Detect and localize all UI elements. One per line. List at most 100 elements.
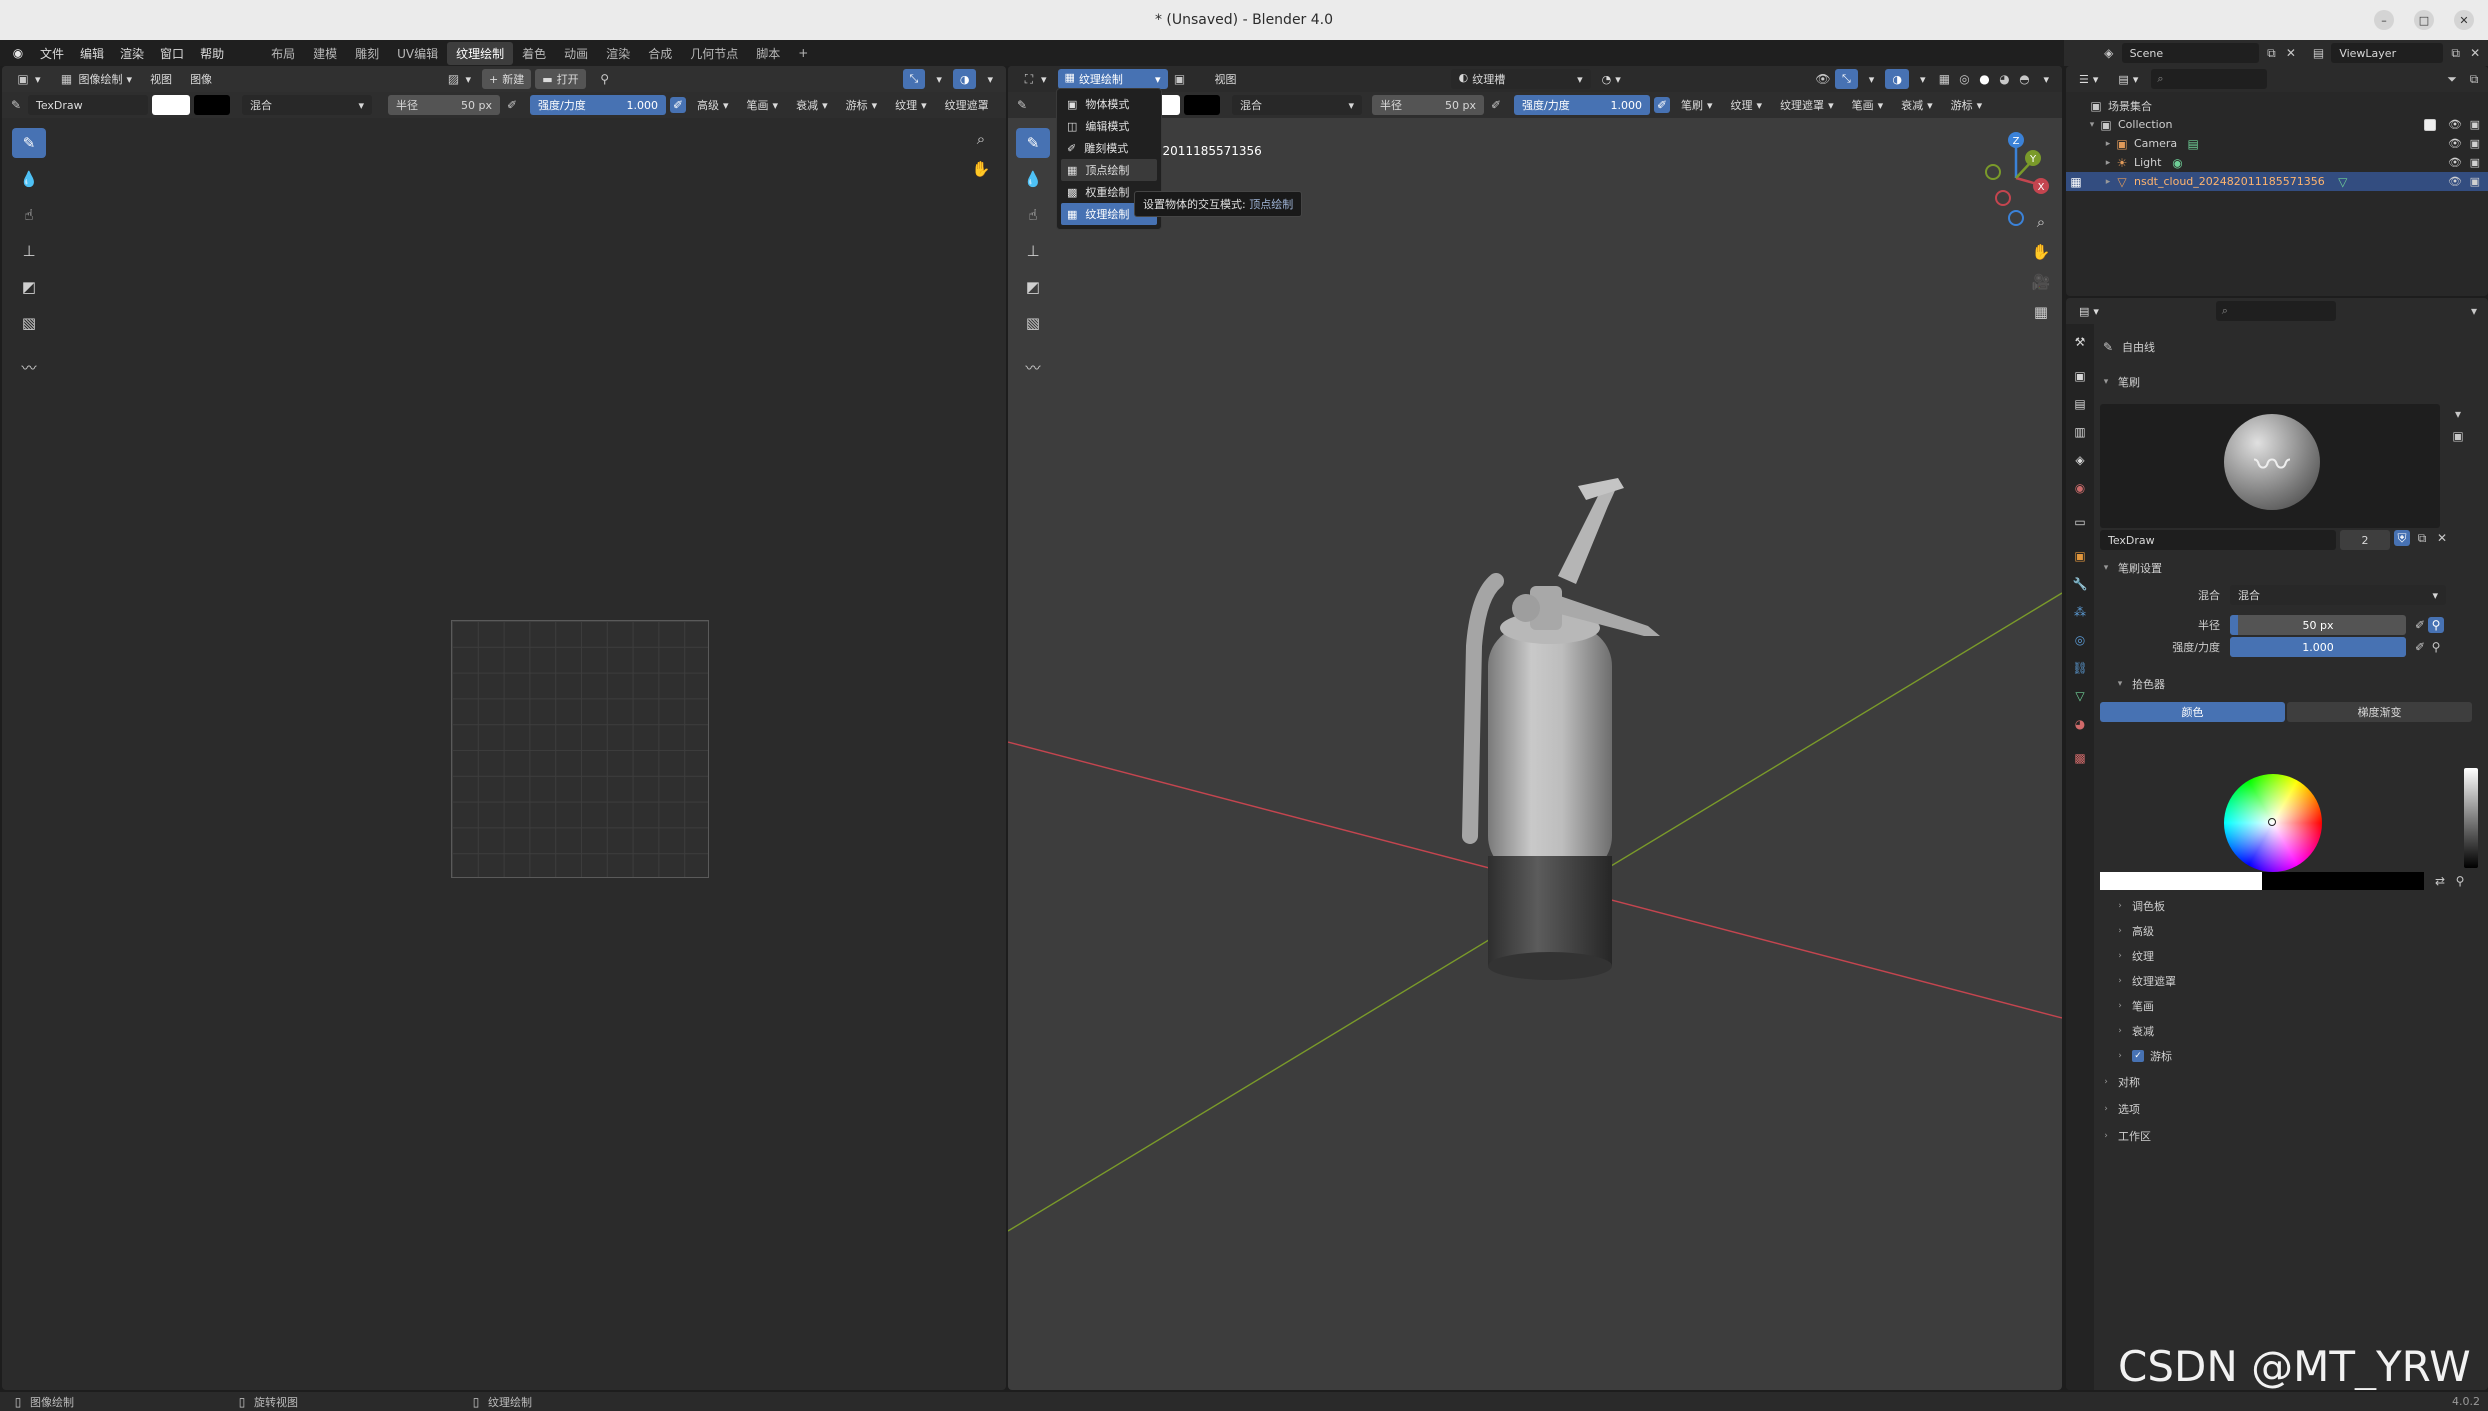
draw-tool-icon[interactable]: ✎ — [12, 128, 46, 158]
workspace-tab-animation[interactable]: 动画 — [555, 42, 597, 65]
menu-edit[interactable]: 编辑 — [72, 45, 112, 62]
secondary-color-swatch[interactable] — [194, 95, 230, 115]
minimize-button[interactable]: – — [2374, 10, 2394, 30]
filter-icon[interactable]: ⏷ — [2444, 71, 2460, 87]
scene-tab-icon[interactable]: ◈ — [2069, 449, 2091, 471]
cursor-checkbox-icon[interactable]: ✓ — [2132, 1050, 2144, 1062]
mask-tool-icon[interactable]: ▧ — [1016, 308, 1050, 338]
brush-settings-header[interactable]: ▾ 笔刷设置 — [2100, 556, 2482, 580]
camera-render-icon[interactable]: ▣ — [2470, 175, 2480, 188]
image-image-menu[interactable]: 图像 — [183, 69, 219, 89]
brush-list-icon[interactable]: ▾ — [2450, 406, 2466, 422]
outliner-search[interactable]: ⌕ — [2151, 69, 2268, 89]
perspective-grid-icon[interactable]: ▦ — [2028, 299, 2054, 325]
stroke-panel[interactable]: › 笔画 — [2100, 994, 2482, 1018]
draw-tool-icon[interactable]: ✎ — [1016, 128, 1050, 158]
eye-icon[interactable]: 👁 — [2448, 156, 2462, 169]
scene-delete-icon[interactable]: ✕ — [2284, 45, 2298, 61]
outliner-scene-collection[interactable]: ▣ 场景集合 — [2066, 96, 2488, 115]
viewlayer-new-icon[interactable]: ⧉ — [2449, 45, 2463, 61]
eye-icon[interactable]: 👁 — [2448, 118, 2462, 131]
workspace-tab-layout[interactable]: 布局 — [262, 42, 304, 65]
material-tab-icon[interactable]: ◕ — [2069, 713, 2091, 735]
image-browse-button[interactable]: ▨ ▾ — [439, 69, 479, 89]
image-blend-dropdown[interactable]: 混合 ▾ — [242, 95, 372, 115]
physics-tab-icon[interactable]: ◎ — [2069, 629, 2091, 651]
zoom-icon[interactable]: ⌕ — [2028, 209, 2054, 235]
scene-icon[interactable]: ◈ — [2102, 45, 2116, 61]
texture-mask-panel[interactable]: › 纹理遮罩 — [2100, 969, 2482, 993]
texture-tab-icon[interactable]: ▩ — [2069, 747, 2091, 769]
menu-object-mode[interactable]: ▣ 物体模式 — [1061, 93, 1157, 115]
options-panel[interactable]: › 选项 — [2100, 1097, 2482, 1121]
particles-tab-icon[interactable]: ⁂ — [2069, 601, 2091, 623]
radius-slider[interactable]: 50 px — [2230, 615, 2406, 635]
fake-user-shield-icon[interactable]: ⛨ — [2394, 530, 2410, 546]
menu-help[interactable]: 帮助 — [192, 45, 232, 62]
blend-dropdown[interactable]: 混合 ▾ — [2230, 585, 2446, 605]
duplicate-brush-icon[interactable]: ⧉ — [2414, 530, 2430, 546]
radius-unified-icon[interactable]: ⚲ — [2428, 617, 2444, 633]
palette-panel[interactable]: › 调色板 — [2100, 894, 2482, 918]
viewlayer-name-field[interactable]: ViewLayer — [2331, 43, 2443, 63]
image-advanced-menu[interactable]: 高级 ▾ — [690, 95, 736, 115]
annotate-tool-icon[interactable]: 〰 — [1016, 352, 1050, 382]
primary-color-swatch[interactable] — [2100, 872, 2262, 890]
texture-panel[interactable]: › 纹理 — [2100, 944, 2482, 968]
properties-search[interactable]: ⌕ — [2215, 301, 2336, 321]
tool-tab-icon[interactable]: ⚒ — [2069, 331, 2091, 353]
fill-tool-icon[interactable]: ◩ — [1016, 272, 1050, 302]
world-tab-icon[interactable]: ◉ — [2069, 477, 2091, 499]
collection-include-checkbox[interactable] — [2424, 118, 2436, 131]
color-unified-icon[interactable]: ⚲ — [2452, 873, 2468, 889]
menu-vertex-paint[interactable]: ▦ 顶点绘制 — [1061, 159, 1157, 181]
properties-editor-type[interactable]: ▤ ▾ — [2072, 301, 2106, 321]
soften-tool-icon[interactable]: 💧 — [12, 164, 46, 194]
camera-render-icon[interactable]: ▣ — [2470, 156, 2480, 169]
scene-new-icon[interactable]: ⧉ — [2265, 45, 2279, 61]
brush-image-icon[interactable]: ▣ — [2450, 428, 2466, 444]
brush-users-count[interactable]: 2 — [2340, 530, 2390, 550]
camera-render-icon[interactable]: ▣ — [2470, 118, 2480, 131]
add-workspace-button[interactable]: + — [789, 43, 817, 63]
brushes-panel-header[interactable]: ▾ 笔刷 — [2100, 370, 2482, 394]
workspace-tab-shading[interactable]: 着色 — [513, 42, 555, 65]
cursor-panel[interactable]: › ✓ 游标 — [2100, 1044, 2482, 1068]
menu-render[interactable]: 渲染 — [112, 45, 152, 62]
open-image-button[interactable]: ▬ 打开 — [535, 69, 586, 89]
smear-tool-icon[interactable]: ☝ — [12, 200, 46, 230]
pan-hand-icon[interactable]: ✋ — [2028, 239, 2054, 265]
workspace-tab-geometry-nodes[interactable]: 几何节点 — [681, 42, 747, 65]
outliner-light-row[interactable]: ▸ ☀ Light ◉ 👁 ▣ — [2066, 153, 2488, 172]
editor-type-button[interactable]: ▣ ▾ — [8, 69, 48, 89]
image-mode-dropdown[interactable]: ▦ 图像绘制 ▾ — [52, 69, 140, 89]
symmetry-panel[interactable]: › 对称 — [2100, 1070, 2482, 1094]
menu-window[interactable]: 窗口 — [152, 45, 192, 62]
new-collection-icon[interactable]: ⧉ — [2466, 71, 2482, 87]
outliner-camera-row[interactable]: ▸ ▣ Camera ▤ 👁 ▣ — [2066, 134, 2488, 153]
tab-color[interactable]: 颜色 — [2100, 702, 2285, 722]
gizmo-toggle-button[interactable]: ⤡ — [902, 69, 926, 89]
overlay-options-button[interactable]: ▾ — [980, 69, 1000, 89]
overlay-toggle-button[interactable]: ◑ — [952, 69, 977, 89]
object-tab-icon[interactable]: ▣ — [2069, 545, 2091, 567]
data-tab-icon[interactable]: ▽ — [2069, 685, 2091, 707]
image-stroke-menu[interactable]: 笔画 ▾ — [740, 95, 786, 115]
primary-color-swatch[interactable] — [152, 95, 190, 115]
value-slider[interactable] — [2464, 768, 2478, 868]
image-brush-name[interactable]: TexDraw — [28, 95, 148, 115]
secondary-color-swatch[interactable] — [2262, 872, 2424, 890]
smear-tool-icon[interactable]: ☝ — [1016, 200, 1050, 230]
workspace-tab-uv-editing[interactable]: UV编辑 — [388, 42, 447, 65]
outliner-mesh-row[interactable]: ▦ ▸ ▽ nsdt_cloud_202482011185571356 ▽ 👁 ▣ — [2066, 172, 2488, 191]
falloff-panel[interactable]: › 衰减 — [2100, 1019, 2482, 1043]
output-tab-icon[interactable]: ▤ — [2069, 393, 2091, 415]
image-falloff-menu[interactable]: 衰减 ▾ — [789, 95, 835, 115]
strength-pressure-icon[interactable]: ✐ — [670, 97, 686, 113]
swap-colors-icon[interactable]: ⇄ — [2432, 873, 2448, 889]
tab-gradient[interactable]: 梯度渐变 — [2287, 702, 2472, 722]
image-texture-menu[interactable]: 纹理 ▾ — [888, 95, 934, 115]
viewlayer-icon[interactable]: ▤ — [2312, 45, 2326, 61]
fill-tool-icon[interactable]: ◩ — [12, 272, 46, 302]
outliner-display-mode[interactable]: ▤ ▾ — [2111, 69, 2145, 89]
